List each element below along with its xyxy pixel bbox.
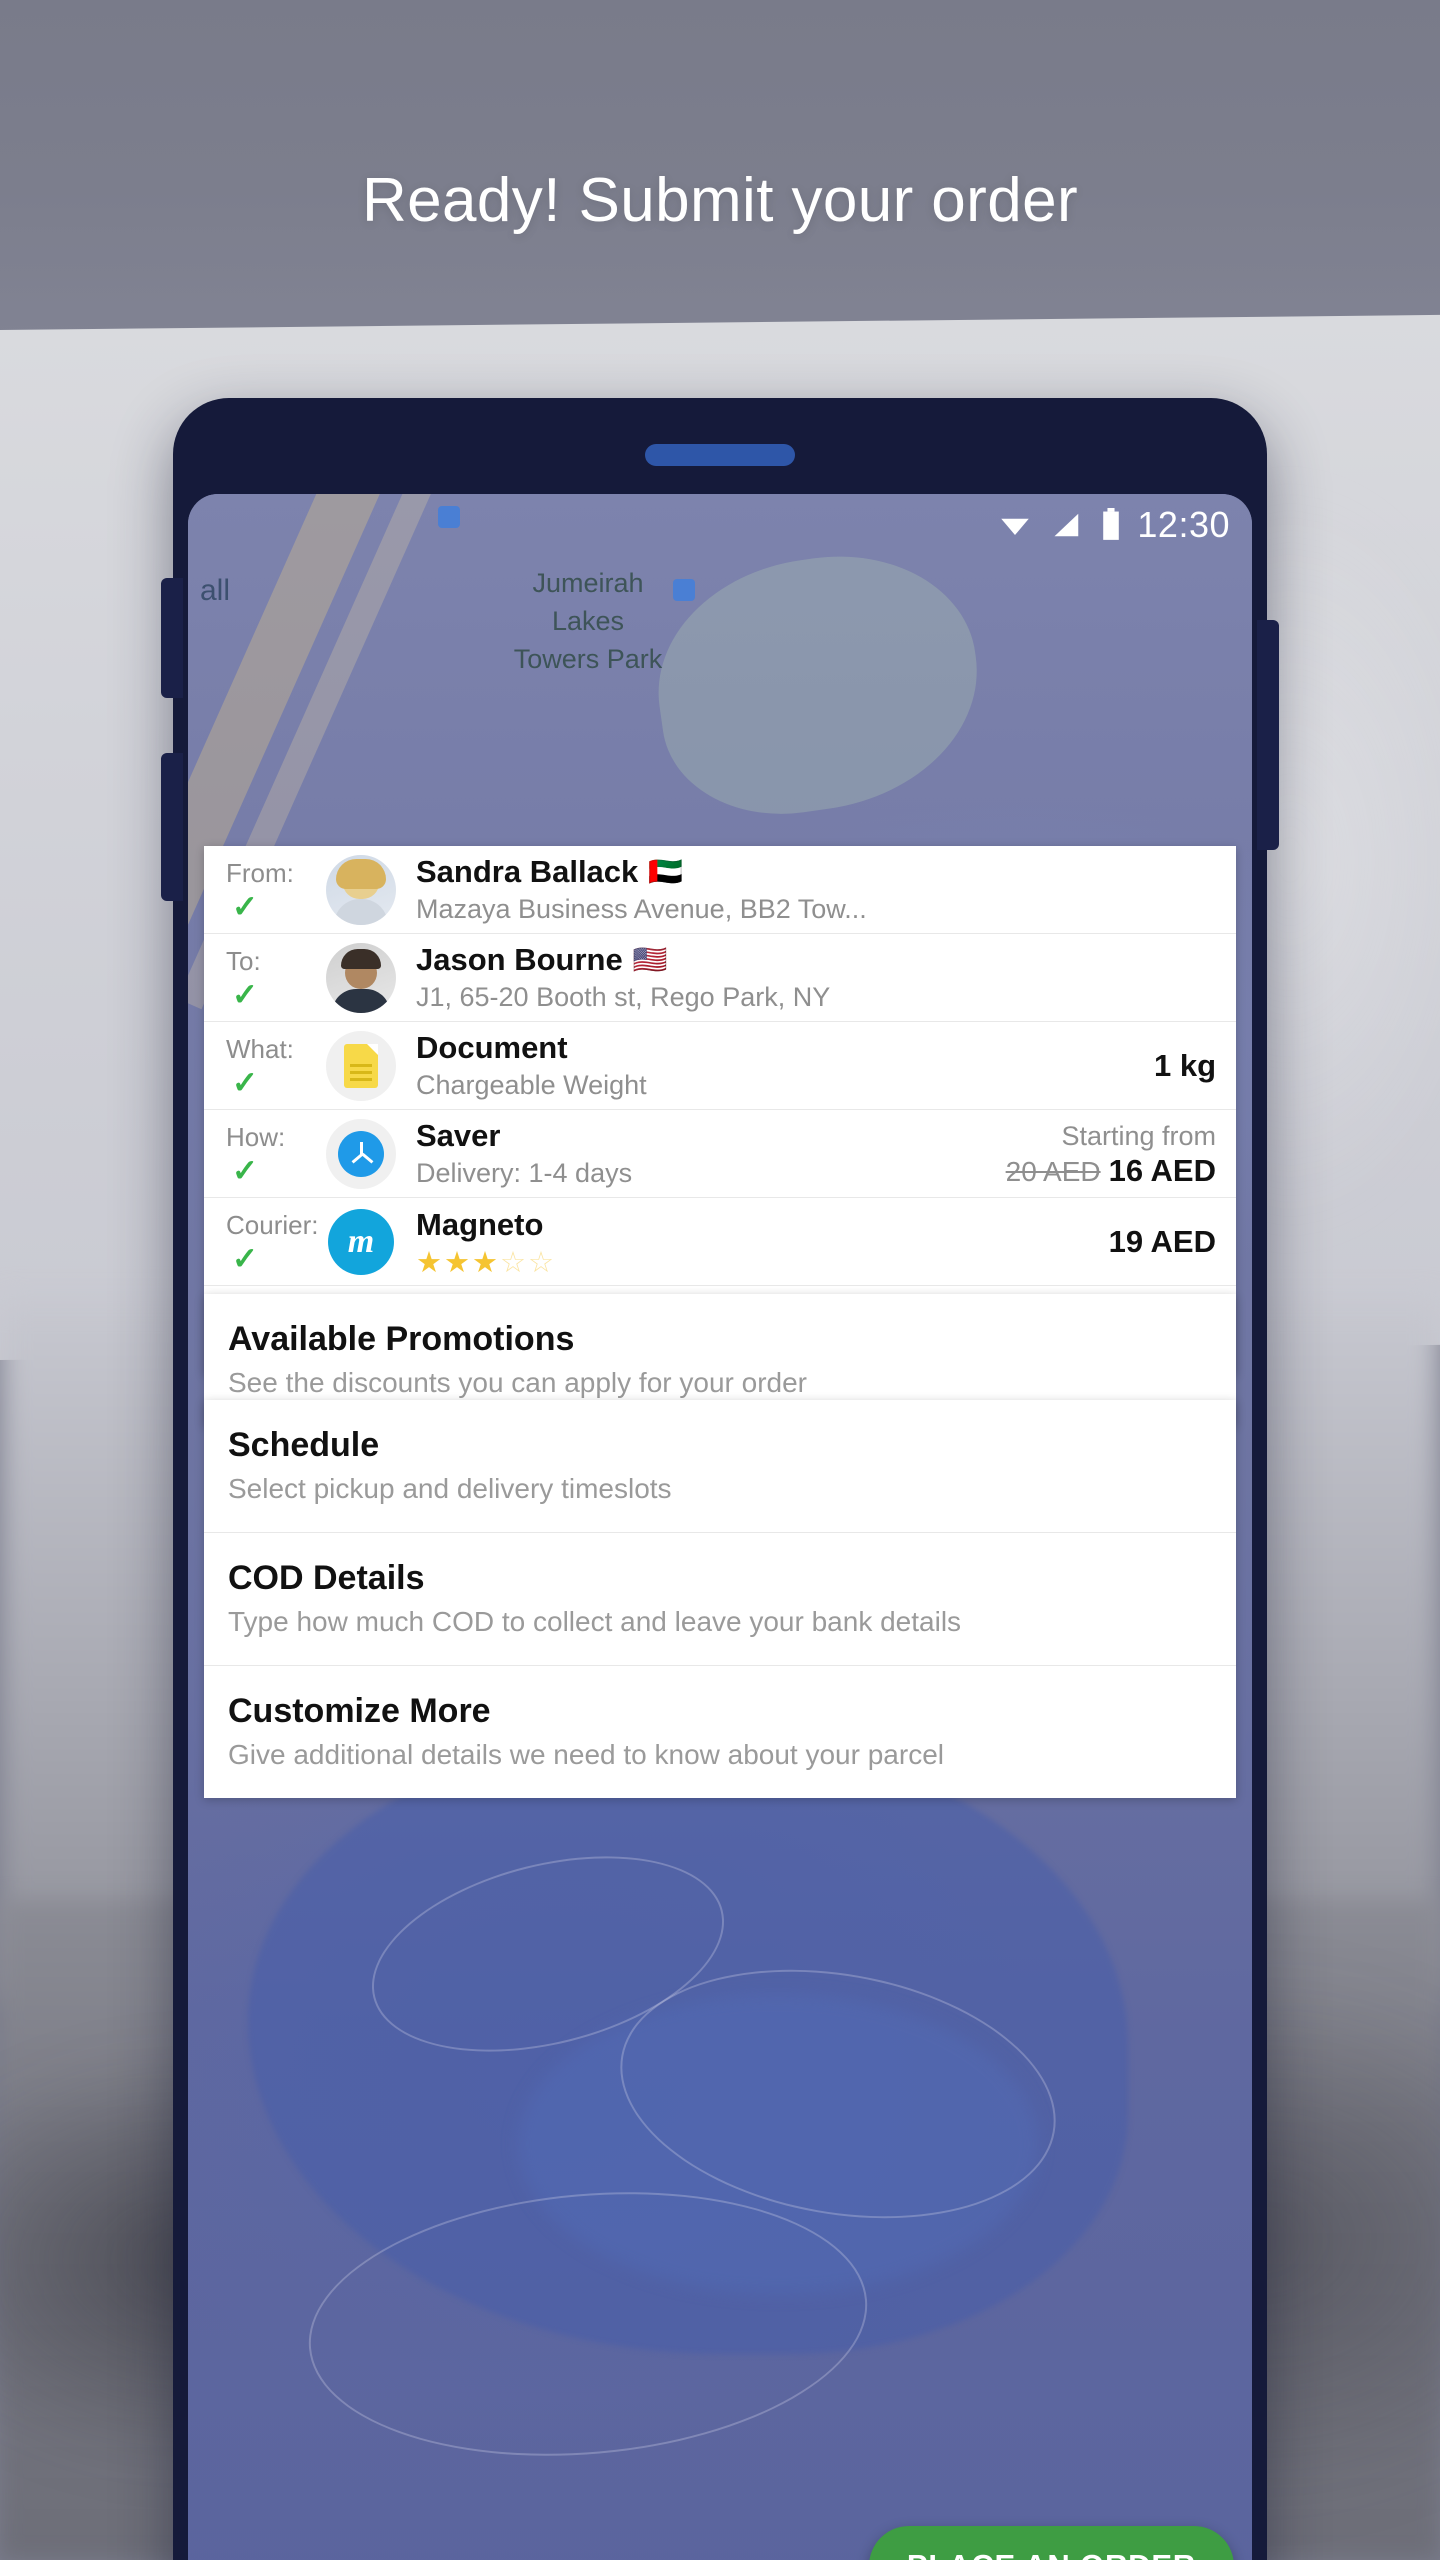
signal-icon <box>1054 513 1079 537</box>
contact-name: Sandra Ballack <box>416 853 639 889</box>
avatar <box>326 854 396 925</box>
promotions-subtitle: See the discounts you can apply for your… <box>228 1367 808 1398</box>
service-name: Saver <box>416 1117 501 1153</box>
option-title: COD Details <box>228 1559 425 1597</box>
row-body: Sandra Ballack 🇦🇪 Mazaya Business Avenue… <box>416 853 1216 927</box>
usa-flag-icon: 🇺🇸 <box>632 943 668 975</box>
row-label-group: To: ✓ <box>226 946 326 1010</box>
option-subtitle: Give additional details we need to know … <box>228 1739 944 1770</box>
document-icon <box>326 1030 396 1101</box>
place-an-order-button[interactable]: PLACE AN ORDER <box>868 2526 1234 2560</box>
summary-row-how[interactable]: How: ✓ Saver Delivery: 1-4 days Starting… <box>204 1110 1236 1198</box>
row-title-group: Saver <box>416 1117 992 1155</box>
status-bar-clock: 12:30 <box>1137 504 1230 545</box>
star-filled-icon: ★ <box>416 1246 442 1279</box>
phone-power-button[interactable] <box>1257 620 1279 850</box>
parcel-weight-value: 1 kg <box>1153 1047 1216 1083</box>
check-icon: ✓ <box>232 1064 258 1100</box>
phone-volume-down-button[interactable] <box>161 753 183 901</box>
row-label-group: Courier: ✓ <box>226 1210 326 1274</box>
option-subtitle: Type how much COD to collect and leave y… <box>228 1606 962 1637</box>
check-icon: ✓ <box>232 1240 258 1276</box>
phone-screen: Jumeirah Lakes Towers Park all 12:30 Fro… <box>188 494 1252 2560</box>
row-right: 19 AED <box>1095 1224 1216 1260</box>
option-title: Customize More <box>228 1692 491 1730</box>
row-label: From: <box>226 857 294 888</box>
contact-address: Mazaya Business Avenue, BB2 Tow... <box>416 893 867 924</box>
row-title-group: Jason Bourne 🇺🇸 <box>416 941 1216 979</box>
clock-icon <box>326 1118 396 1189</box>
row-label: To: <box>226 945 261 976</box>
courier-name: Magneto <box>416 1206 544 1242</box>
star-empty-icon: ☆ <box>528 1246 554 1279</box>
row-body: Saver Delivery: 1-4 days <box>416 1117 992 1191</box>
contact-name: Jason Bourne <box>416 941 623 977</box>
phone-volume-up-button[interactable] <box>161 578 183 698</box>
row-title-group: Magneto <box>416 1206 1095 1244</box>
map-label-line-1: Jumeirah <box>532 568 644 598</box>
row-body: Document Chargeable Weight <box>416 1029 1140 1103</box>
row-label-group: What: ✓ <box>226 1034 326 1098</box>
uae-flag-icon: 🇦🇪 <box>648 855 684 887</box>
row-label: Courier: <box>226 1209 319 1240</box>
map-partial-label: all <box>199 574 230 607</box>
star-filled-icon: ★ <box>444 1246 470 1279</box>
row-label: How: <box>226 1121 286 1152</box>
map-area-label: Jumeirah Lakes Towers Park <box>468 564 708 678</box>
phone-mockup: Jumeirah Lakes Towers Park all 12:30 Fro… <box>161 398 1279 2560</box>
wifi-icon <box>1001 518 1030 535</box>
check-icon: ✓ <box>232 888 258 924</box>
options-card: Schedule Select pickup and delivery time… <box>204 1400 1236 1798</box>
parcel-weight-label: Chargeable Weight <box>416 1069 647 1100</box>
row-body: Magneto ★ ★ ★ ☆ ☆ <box>416 1206 1095 1278</box>
star-empty-icon: ☆ <box>500 1246 526 1279</box>
contact-address: J1, 65-20 Booth st, Rego Park, NY <box>416 981 831 1012</box>
row-title-group: Document <box>416 1029 1140 1067</box>
summary-row-what[interactable]: What: ✓ Document Chargeable Weight 1 kg <box>204 1022 1236 1110</box>
status-bar: 12:30 <box>188 494 1252 556</box>
option-row-cod-details[interactable]: COD Details Type how much COD to collect… <box>204 1533 1236 1666</box>
check-icon: ✓ <box>232 976 258 1012</box>
phone-speaker <box>645 444 795 466</box>
row-body: Jason Bourne 🇺🇸 J1, 65-20 Booth st, Rego… <box>416 941 1216 1015</box>
check-icon: ✓ <box>232 1152 258 1188</box>
option-row-customize-more[interactable]: Customize More Give additional details w… <box>204 1666 1236 1798</box>
courier-price: 19 AED <box>1108 1223 1216 1259</box>
summary-row-to[interactable]: To: ✓ Jason Bourne 🇺🇸 J1, 65-20 Booth st… <box>204 934 1236 1022</box>
map-label-line-2: Lakes <box>551 606 625 636</box>
map-label-line-3: Towers Park <box>513 644 663 674</box>
row-label-group: From: ✓ <box>226 858 326 922</box>
option-row-schedule[interactable]: Schedule Select pickup and delivery time… <box>204 1400 1236 1533</box>
row-right: Starting from 20 AED 16 AED <box>992 1119 1216 1189</box>
price-original: 20 AED <box>1005 1155 1101 1187</box>
parcel-type: Document <box>416 1029 568 1065</box>
row-right: 1 kg <box>1140 1048 1216 1084</box>
option-subtitle: Select pickup and delivery timeslots <box>228 1473 672 1504</box>
summary-row-from[interactable]: From: ✓ Sandra Ballack 🇦🇪 Mazaya Busines… <box>204 846 1236 934</box>
row-title-group: Sandra Ballack 🇦🇪 <box>416 853 1216 891</box>
promotions-title: Available Promotions <box>228 1320 575 1358</box>
row-label: What: <box>226 1033 294 1064</box>
row-label-group: How: ✓ <box>226 1122 326 1186</box>
courier-rating: ★ ★ ★ ☆ ☆ <box>416 1248 1095 1278</box>
summary-row-courier[interactable]: Courier: ✓ m Magneto ★ ★ ★ ☆ ☆ 19 AED <box>204 1198 1236 1286</box>
star-filled-icon: ★ <box>472 1246 498 1279</box>
magneto-logo-icon: m <box>326 1207 396 1277</box>
page-title: Ready! Submit your order <box>361 166 1079 235</box>
service-eta: Delivery: 1-4 days <box>416 1157 633 1188</box>
battery-icon <box>1103 508 1120 540</box>
price-group: 20 AED 16 AED <box>1006 1153 1216 1189</box>
price-discounted: 16 AED <box>1108 1152 1216 1188</box>
option-title: Schedule <box>228 1426 380 1464</box>
avatar <box>326 942 396 1013</box>
price-note: Starting from <box>1061 1120 1216 1151</box>
